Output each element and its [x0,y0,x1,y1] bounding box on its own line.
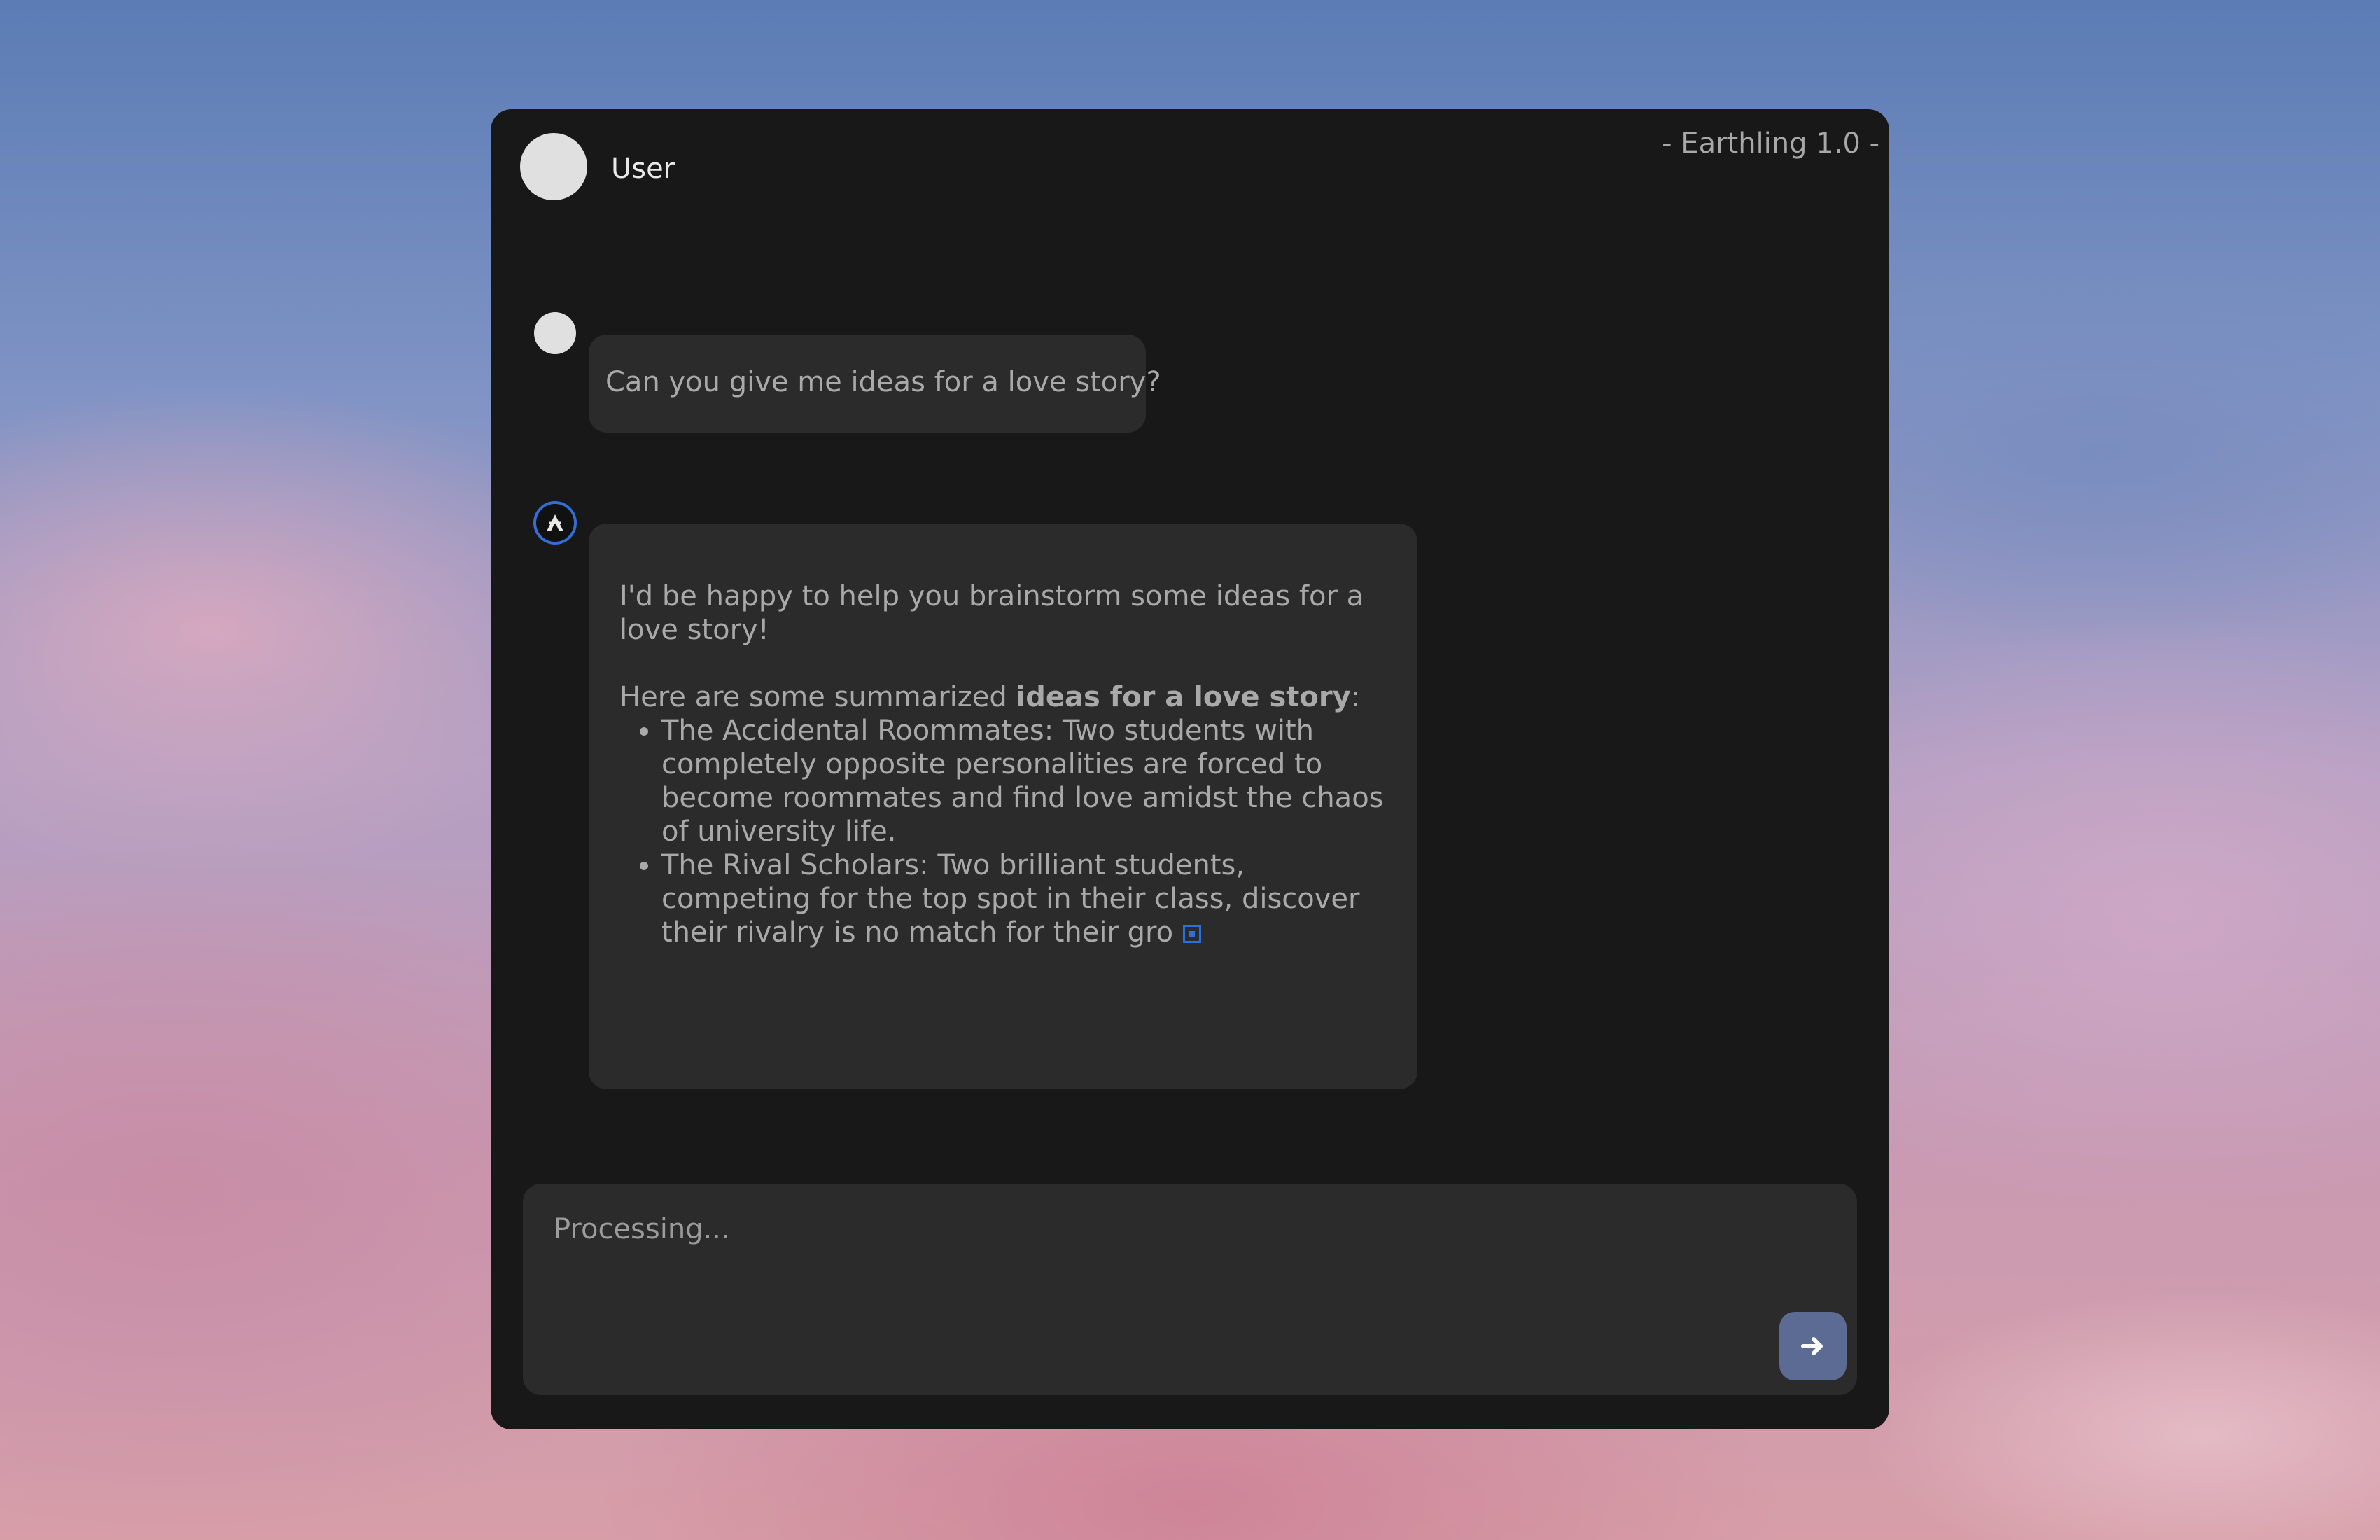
ideas-list: The Accidental Roommates: Two students w… [620,714,1387,949]
summary-bold-text: ideas for a love story [1016,681,1351,713]
user-avatar[interactable] [520,133,587,200]
assistant-logo-icon [533,501,577,545]
assistant-summary-line: Here are some summarized ideas for a lov… [620,681,1361,713]
list-item: The Rival Scholars: Two brilliant studen… [662,848,1387,949]
user-message-text: Can you give me ideas for a love story? [606,366,1161,398]
input-status-text: Processing... [554,1213,730,1245]
streaming-cursor-icon [1183,925,1202,943]
assistant-intro-text: I'd be happy to help you brainstorm some… [620,580,1364,646]
user-message-bubble: Can you give me ideas for a love story? [589,335,1161,433]
list-item: The Accidental Roommates: Two students w… [662,714,1387,848]
send-button[interactable] [1779,1312,1847,1380]
message-input[interactable]: Processing... [523,1184,1857,1395]
app-brand: - Earthling 1.0 - [1662,127,1879,160]
arrow-right-icon [1801,1337,1823,1355]
chat-window: User - Earthling 1.0 - Can you give me i… [491,109,1889,1429]
user-name: User [611,153,676,185]
message-user-avatar [534,312,576,354]
assistant-message-bubble: I'd be happy to help you brainstorm some… [589,524,1418,1089]
